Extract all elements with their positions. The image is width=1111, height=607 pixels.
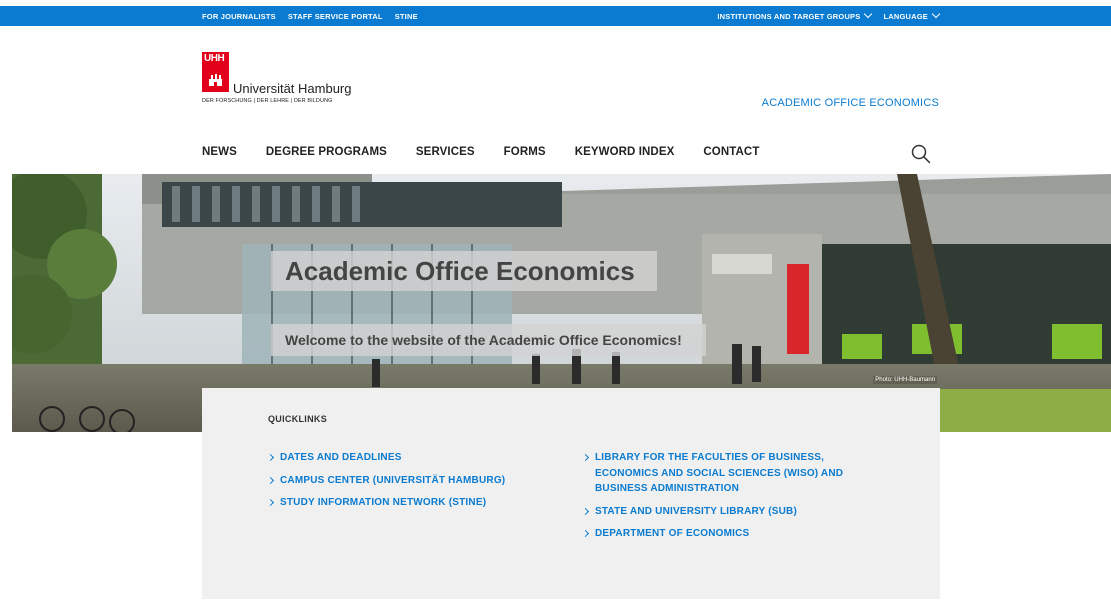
- castle-icon: [209, 74, 222, 86]
- nav-forms[interactable]: FORMS: [504, 146, 546, 162]
- hero-subtitle-box: Welcome to the website of the Academic O…: [271, 324, 706, 356]
- quicklinks-column-left: DATES AND DEADLINES CAMPUS CENTER (UNIVE…: [266, 450, 506, 518]
- quicklink-label: STUDY INFORMATION NETWORK (STINE): [280, 497, 487, 508]
- nav-contact[interactable]: CONTACT: [703, 146, 759, 162]
- institutions-dropdown[interactable]: INSTITUTIONS AND TARGET GROUPS: [717, 9, 873, 21]
- academic-office-link[interactable]: ACADEMIC OFFICE ECONOMICS: [762, 97, 939, 109]
- quicklink-stine[interactable]: STUDY INFORMATION NETWORK (STINE): [266, 495, 505, 511]
- quicklink-label: LIBRARY FOR THE FACULTIES OF BUSINESS, E…: [595, 452, 844, 494]
- chevron-right-icon: [266, 453, 275, 462]
- quicklink-wiso-library[interactable]: LIBRARY FOR THE FACULTIES OF BUSINESS, E…: [581, 450, 885, 497]
- chevron-right-icon: [266, 498, 275, 507]
- logo-mark-text: UHH: [204, 53, 225, 64]
- quicklink-label: DATES AND DEADLINES: [280, 452, 402, 463]
- quicklinks-column-right: LIBRARY FOR THE FACULTIES OF BUSINESS, E…: [581, 450, 885, 549]
- top-utility-bar: FOR JOURNALISTS STAFF SERVICE PORTAL STI…: [0, 6, 1111, 26]
- search-icon[interactable]: [910, 143, 932, 165]
- quicklink-label: DEPARTMENT OF ECONOMICS: [595, 528, 750, 539]
- chevron-down-icon: [931, 9, 941, 19]
- hero-title-box: Academic Office Economics: [271, 251, 657, 291]
- chevron-right-icon: [266, 476, 275, 484]
- quicklink-campus-center[interactable]: CAMPUS CENTER (UNIVERSITÄT HAMBURG): [266, 473, 506, 489]
- link-staff-service-portal[interactable]: STAFF SERVICE PORTAL: [288, 12, 383, 21]
- chevron-right-icon: [581, 453, 590, 462]
- chevron-down-icon: [864, 9, 873, 19]
- chevron-right-icon: [581, 507, 590, 515]
- university-name: Universität Hamburg: [233, 81, 352, 96]
- hero-subtitle: Welcome to the website of the Academic O…: [285, 332, 682, 348]
- university-tagline: DER FORSCHUNG | DER LEHRE | DER BILDUNG: [202, 98, 333, 104]
- uhh-logo-mark: UHH: [202, 52, 229, 92]
- nav-services[interactable]: SERVICES: [416, 146, 475, 162]
- chevron-right-icon: [581, 529, 590, 538]
- quicklink-dates-and-deadlines[interactable]: DATES AND DEADLINES: [266, 450, 505, 466]
- hero-title: Academic Office Economics: [285, 255, 635, 286]
- quicklink-label: STATE AND UNIVERSITY LIBRARY (SUB): [595, 505, 797, 517]
- nav-news[interactable]: NEWS: [202, 146, 237, 162]
- university-logo[interactable]: UHH Universität Hamburg DER FORSCHUNG | …: [202, 52, 402, 112]
- quicklink-label: CAMPUS CENTER (UNIVERSITÄT HAMBURG): [280, 474, 506, 486]
- quicklink-department-of-economics[interactable]: DEPARTMENT OF ECONOMICS: [581, 526, 885, 542]
- quicklinks-panel: QUICKLINKS DATES AND DEADLINES CAMPUS CE…: [202, 388, 940, 599]
- main-navigation: NEWS DEGREE PROGRAMS SERVICES FORMS KEYW…: [202, 146, 788, 162]
- nav-keyword-index[interactable]: KEYWORD INDEX: [575, 146, 675, 162]
- language-dropdown[interactable]: LANGUAGE: [883, 9, 941, 21]
- utility-links-left: FOR JOURNALISTS STAFF SERVICE PORTAL STI…: [202, 6, 418, 26]
- nav-degree-programs[interactable]: DEGREE PROGRAMS: [266, 146, 387, 162]
- link-for-journalists[interactable]: FOR JOURNALISTS: [202, 12, 276, 21]
- institutions-dropdown-label: INSTITUTIONS AND TARGET GROUPS: [717, 11, 861, 21]
- photo-credit: Photo: UHH-Baumann: [873, 376, 937, 384]
- link-stine[interactable]: STINE: [395, 12, 418, 21]
- utility-links-right: INSTITUTIONS AND TARGET GROUPS LANGUAGE: [717, 6, 941, 26]
- quicklink-sub-library[interactable]: STATE AND UNIVERSITY LIBRARY (SUB): [581, 504, 885, 520]
- quicklinks-heading: QUICKLINKS: [268, 414, 327, 424]
- language-dropdown-label: LANGUAGE: [883, 11, 928, 21]
